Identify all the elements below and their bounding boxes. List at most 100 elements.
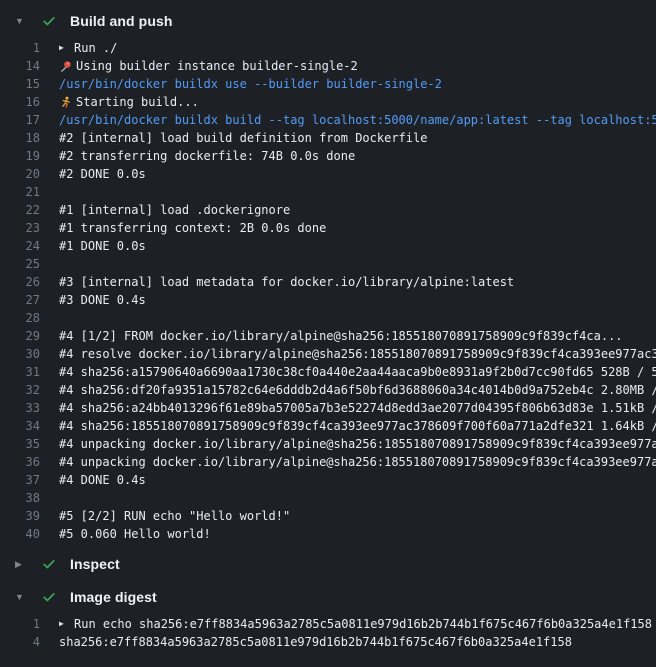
log-line: 32 #4 sha256:df20fa9351a15782c64e6dddb2d… [0,381,656,399]
line-number[interactable]: 38 [0,489,40,507]
log-line-content: #4 DONE 0.4s [59,471,146,489]
log-line-content: #1 [internal] load .dockerignore [59,201,290,219]
log-line-content: Starting build... [59,93,199,111]
line-number[interactable]: 30 [0,345,40,363]
log-text: #5 [2/2] RUN echo "Hello world!" [59,507,290,525]
chevron-down-icon: ▼ [15,585,27,609]
log-text: #3 [internal] load metadata for docker.i… [59,273,514,291]
log-line: 35 #4 unpacking docker.io/library/alpine… [0,435,656,453]
log-text: #4 [1/2] FROM docker.io/library/alpine@s… [59,327,623,345]
line-number[interactable]: 27 [0,291,40,309]
log-line-content: /usr/bin/docker buildx use --builder bui… [59,75,442,93]
log-line: 14 Using builder instance builder-single… [0,57,656,75]
line-number[interactable]: 35 [0,435,40,453]
line-number[interactable]: 1 [0,615,40,633]
line-number[interactable]: 14 [0,57,40,75]
chevron-right-icon: ▶ [15,552,27,576]
log-text: #1 transferring context: 2B 0.0s done [59,219,326,237]
log-line: 1 ▶Run echo sha256:e7ff8834a5963a2785c5a… [0,615,656,633]
log-line: 26 #3 [internal] load metadata for docke… [0,273,656,291]
log-line-content: #4 [1/2] FROM docker.io/library/alpine@s… [59,327,623,345]
log-line-content: Using builder instance builder-single-2 [59,57,358,75]
line-number[interactable]: 24 [0,237,40,255]
line-number[interactable]: 26 [0,273,40,291]
log-line: 19 #2 transferring dockerfile: 74B 0.0s … [0,147,656,165]
log-line-content: #1 transferring context: 2B 0.0s done [59,219,326,237]
line-number[interactable]: 21 [0,183,40,201]
log-line: 15 /usr/bin/docker buildx use --builder … [0,75,656,93]
log-line: 4 sha256:e7ff8834a5963a2785c5a0811e979d1… [0,633,656,651]
log-line: 20 #2 DONE 0.0s [0,165,656,183]
log-line: 37 #4 DONE 0.4s [0,471,656,489]
log-line: 24 #1 DONE 0.0s [0,237,656,255]
log-line-content: #4 sha256:a15790640a6690aa1730c38cf0a440… [59,363,656,381]
log-line-content: #3 [internal] load metadata for docker.i… [59,273,514,291]
log-line-content: #1 DONE 0.0s [59,237,146,255]
line-number[interactable]: 22 [0,201,40,219]
line-number[interactable]: 1 [0,39,40,57]
log-line: 39 #5 [2/2] RUN echo "Hello world!" [0,507,656,525]
log-line-content: #3 DONE 0.4s [59,291,146,309]
runner-icon [59,96,72,109]
log-text: #2 DONE 0.0s [59,165,146,183]
log-line: 27 #3 DONE 0.4s [0,291,656,309]
log-text: #2 transferring dockerfile: 74B 0.0s don… [59,147,355,165]
log-section: ▶ Inspect [0,552,656,576]
log-line-content: #2 [internal] load build definition from… [59,129,427,147]
log-line-content: #4 sha256:185518070891758909c9f839cf4ca3… [59,417,656,435]
log-line: 28 [0,309,656,327]
line-number[interactable]: 17 [0,111,40,129]
log-section: ▼ Build and push 1 ▶Run ./ 14 Using buil… [0,9,656,543]
log-section-header-build-and-push[interactable]: ▼ Build and push [0,9,656,33]
log-line-content: #4 unpacking docker.io/library/alpine@sh… [59,435,656,453]
log-text: Starting build... [76,93,199,111]
line-number[interactable]: 34 [0,417,40,435]
line-number[interactable]: 32 [0,381,40,399]
log-text: #4 unpacking docker.io/library/alpine@sh… [59,435,656,453]
line-number[interactable]: 29 [0,327,40,345]
log-body: 1 ▶Run echo sha256:e7ff8834a5963a2785c5a… [0,615,656,651]
line-number[interactable]: 15 [0,75,40,93]
log-text: #5 0.060 Hello world! [59,525,211,543]
line-number[interactable]: 4 [0,633,40,651]
log-text: #1 DONE 0.0s [59,237,146,255]
log-line-content: #4 unpacking docker.io/library/alpine@sh… [59,453,656,471]
line-number[interactable]: 31 [0,363,40,381]
log-text: #4 DONE 0.4s [59,471,146,489]
line-number[interactable]: 16 [0,93,40,111]
log-line-content: sha256:e7ff8834a5963a2785c5a0811e979d16b… [59,633,572,651]
log-line: 31 #4 sha256:a15790640a6690aa1730c38cf0a… [0,363,656,381]
line-number[interactable]: 19 [0,147,40,165]
log-text: #4 resolve docker.io/library/alpine@sha2… [59,345,656,363]
line-number[interactable]: 37 [0,471,40,489]
expand-arrow-icon[interactable]: ▶ [59,615,74,633]
log-text: Using builder instance builder-single-2 [76,57,358,75]
log-line-content: #2 transferring dockerfile: 74B 0.0s don… [59,147,355,165]
line-number[interactable]: 25 [0,255,40,273]
log-section-header-image-digest[interactable]: ▼ Image digest [0,585,656,609]
line-number[interactable]: 28 [0,309,40,327]
check-icon [42,14,56,28]
log-line: 22 #1 [internal] load .dockerignore [0,201,656,219]
line-number[interactable]: 40 [0,525,40,543]
expand-arrow-icon[interactable]: ▶ [59,39,74,57]
log-section-header-inspect[interactable]: ▶ Inspect [0,552,656,576]
line-number[interactable]: 18 [0,129,40,147]
log-body: 1 ▶Run ./ 14 Using builder instance buil… [0,39,656,543]
log-line: 40 #5 0.060 Hello world! [0,525,656,543]
line-number[interactable]: 23 [0,219,40,237]
line-number[interactable]: 36 [0,453,40,471]
log-text: Run ./ [74,39,117,57]
log-text: #3 DONE 0.4s [59,291,146,309]
log-text: #4 unpacking docker.io/library/alpine@sh… [59,453,656,471]
line-number[interactable]: 33 [0,399,40,417]
line-number[interactable]: 20 [0,165,40,183]
log-line: 17 /usr/bin/docker buildx build --tag lo… [0,111,656,129]
log-line: 18 #2 [internal] load build definition f… [0,129,656,147]
log-line-content: #4 resolve docker.io/library/alpine@sha2… [59,345,656,363]
line-number[interactable]: 39 [0,507,40,525]
check-icon [42,557,56,571]
log-text: #4 sha256:a15790640a6690aa1730c38cf0a440… [59,363,656,381]
log-section: ▼ Image digest 1 ▶Run echo sha256:e7ff88… [0,585,656,651]
log-line: 33 #4 sha256:a24bb4013296f61e89ba57005a7… [0,399,656,417]
